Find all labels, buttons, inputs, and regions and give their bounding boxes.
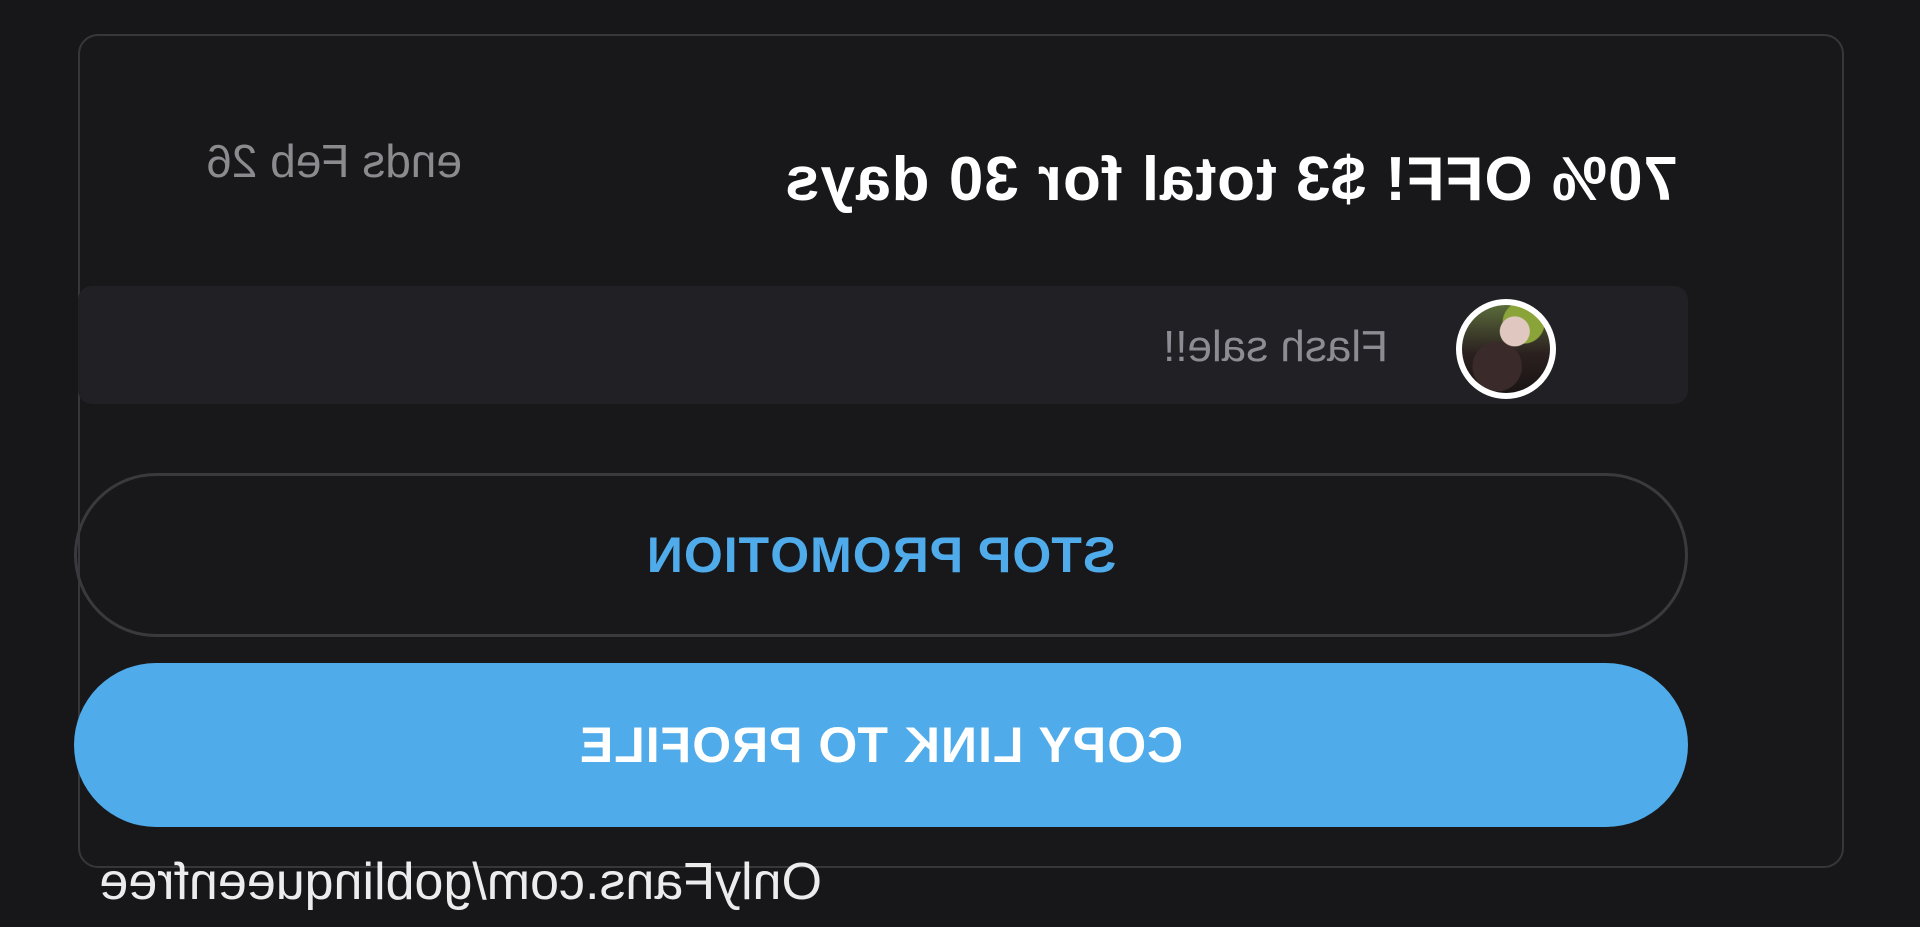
avatar (1456, 299, 1556, 399)
copy-link-button[interactable]: COPY LINK TO PROFILE (74, 663, 1688, 827)
promotion-expiry: ends Feb 26 (206, 135, 462, 187)
promotion-card: 70% OFF! $3 total for 30 days ends Feb 2… (74, 34, 1844, 868)
promotion-message-box: Flash sale!! (78, 286, 1688, 404)
promotion-headline: 70% OFF! $3 total for 30 days (784, 145, 1678, 214)
stop-promotion-button[interactable]: STOP PROMOTION (74, 473, 1688, 637)
promotion-message: Flash sale!! (1163, 322, 1388, 371)
promotion-screen: 70% OFF! $3 total for 30 days ends Feb 2… (0, 0, 1920, 927)
watermark: OnlyFans.com/goblinqueenfree (99, 853, 822, 911)
